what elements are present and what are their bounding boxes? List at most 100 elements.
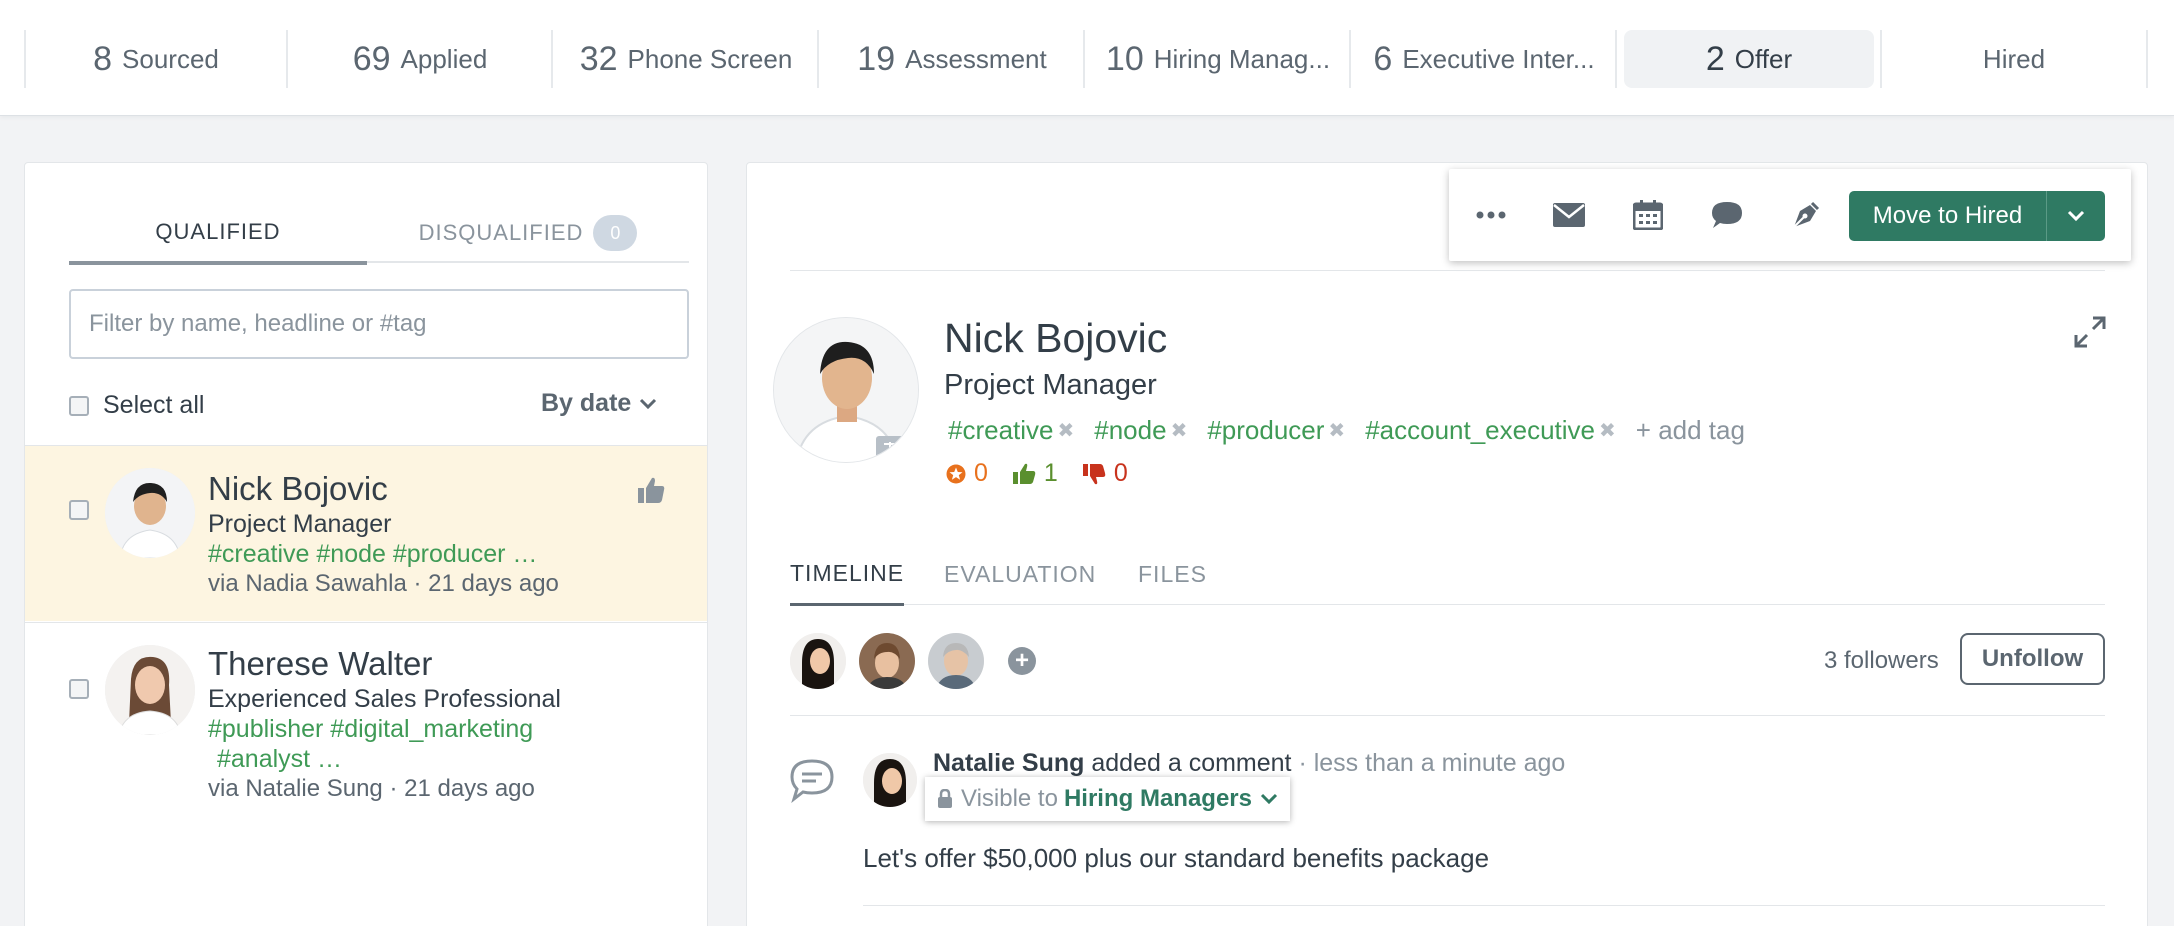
stage-count: 8 [93, 39, 113, 78]
remove-tag-icon[interactable]: ✖ [1599, 418, 1616, 443]
star-icon [946, 464, 966, 483]
profile-name: Nick Bojovic [944, 315, 1168, 361]
comment-timestamp: · less than a minute ago [1298, 749, 1566, 777]
stage-divider [817, 30, 819, 88]
thumbs-up-score[interactable]: 1 [1012, 459, 1058, 488]
profile-tags: #creative ✖ #node ✖ #producer ✖ #account_ex… [948, 415, 1745, 446]
candidate-checkbox[interactable] [69, 500, 89, 520]
candidate-tags: #creative #node #producer … [208, 540, 538, 568]
comment-header: Natalie Sung added a comment · less than… [933, 749, 1565, 778]
profile-avatar[interactable] [773, 317, 919, 463]
lock-icon [938, 789, 952, 808]
follower-avatar[interactable] [859, 633, 915, 689]
disqualified-count-badge: 0 [593, 215, 638, 251]
remove-tag-icon[interactable]: ✖ [1171, 418, 1188, 443]
comment-action: added a comment [1091, 749, 1292, 777]
move-label: Move to Hired [1849, 191, 2047, 241]
select-all-checkbox[interactable] [69, 395, 89, 416]
candidate-headline: Project Manager [208, 510, 392, 538]
signature-icon[interactable] [1786, 195, 1826, 235]
tab-files[interactable]: FILES [1138, 543, 1207, 605]
stage-count: 32 [579, 39, 618, 78]
evaluation-scores: 0 1 0 [946, 459, 1152, 488]
candidate-name[interactable]: Nick Bojovic [208, 470, 388, 508]
stage-offer[interactable]: 2 Offer [1624, 30, 1874, 88]
follower-avatar[interactable] [928, 633, 984, 689]
move-dropdown-toggle[interactable] [2047, 210, 2105, 222]
stage-divider [1083, 30, 1085, 88]
tag[interactable]: #producer [1207, 415, 1324, 446]
candidate-tags: #publisher #digital_marketing [208, 715, 534, 743]
tag[interactable]: #creative [948, 415, 1054, 446]
list-tabs: QUALIFIED DISQUALIFIED 0 [69, 203, 689, 265]
tab-timeline[interactable]: TIMELINE [790, 543, 905, 606]
tab-qualified[interactable]: QUALIFIED [69, 203, 367, 265]
visibility-group: Hiring Managers [1063, 785, 1252, 812]
candidate-row[interactable]: Nick Bojovic Project Manager #creative #… [25, 445, 707, 621]
visibility-dropdown[interactable]: Visible to Hiring Managers [925, 777, 1290, 821]
stage-executive-interview[interactable]: 6 Executive Inter... [1353, 30, 1615, 88]
stage-label: Phone Screen [627, 43, 793, 74]
remove-tag-icon[interactable]: ✖ [1058, 418, 1075, 443]
candidate-source: via Natalie Sung · 21 days ago [208, 775, 535, 802]
select-all[interactable]: Select all [69, 391, 204, 420]
more-icon[interactable] [1471, 195, 1511, 235]
thumbs-up-count: 1 [1043, 459, 1058, 487]
star-score[interactable]: 0 [946, 459, 988, 488]
stage-phone-screen[interactable]: 32 Phone Screen [555, 30, 817, 88]
calendar-icon[interactable] [1628, 195, 1668, 235]
stage-hiring-manager[interactable]: 10 Hiring Manag... [1087, 30, 1349, 88]
tab-label: FILES [1138, 560, 1207, 587]
chat-icon[interactable] [1707, 195, 1747, 235]
add-follower-icon[interactable]: + [1008, 647, 1036, 675]
thumbs-down-score[interactable]: 0 [1082, 459, 1128, 488]
avatar [105, 645, 195, 735]
stage-label: Hiring Manag... [1153, 43, 1331, 74]
stage-label: Hired [1982, 43, 2046, 74]
thumbs-up-icon [638, 477, 665, 503]
comment-icon [790, 759, 834, 803]
candidate-row[interactable]: Therese Walter Experienced Sales Profess… [25, 622, 707, 822]
pipeline-stage-bar: 8 Sourced 69 Applied 32 Phone Screen 19 … [0, 0, 2174, 116]
detail-tabs: TIMELINE EVALUATION FILES [790, 543, 2105, 606]
stage-label: Applied [400, 43, 488, 74]
follower-avatar[interactable] [790, 633, 846, 689]
tag[interactable]: #account_executive [1365, 415, 1595, 446]
comment-author-avatar[interactable] [863, 753, 917, 807]
stage-divider [1349, 30, 1351, 88]
stage-count: 10 [1105, 39, 1144, 78]
action-toolbar: Move to Hired [1449, 169, 2131, 261]
star-count: 0 [974, 459, 988, 487]
tab-label: EVALUATION [944, 560, 1097, 587]
tab-label: QUALIFIED [155, 219, 281, 244]
profile-headline: Project Manager [944, 369, 1157, 401]
stage-assessment[interactable]: 19 Assessment [821, 30, 1083, 88]
candidate-source: via Nadia Sawahla · 21 days ago [208, 570, 559, 597]
email-icon[interactable] [1549, 195, 1589, 235]
candidate-filter-input[interactable] [69, 289, 689, 359]
candidate-checkbox[interactable] [69, 679, 89, 699]
tab-evaluation[interactable]: EVALUATION [944, 543, 1096, 605]
add-tag-button[interactable]: + add tag [1636, 415, 1745, 446]
unfollow-button[interactable]: Unfollow [1960, 633, 2105, 685]
chevron-down-icon [2067, 210, 2085, 222]
tag[interactable]: #node [1094, 415, 1166, 446]
thumbs-up-icon [1012, 463, 1036, 484]
stage-sourced[interactable]: 8 Sourced [28, 30, 284, 88]
tab-disqualified[interactable]: DISQUALIFIED 0 [367, 203, 689, 263]
select-all-label: Select all [103, 391, 205, 419]
sort-dropdown[interactable]: By date [541, 389, 657, 418]
stage-applied[interactable]: 69 Applied [290, 30, 550, 88]
move-to-hired-button[interactable]: Move to Hired [1849, 191, 2105, 241]
remove-tag-icon[interactable]: ✖ [1328, 418, 1345, 443]
avatar [105, 468, 195, 558]
expand-icon[interactable] [2073, 315, 2107, 349]
comment-author[interactable]: Natalie Sung [933, 749, 1084, 777]
stage-hired[interactable]: Hired [1884, 30, 2144, 88]
candidate-name[interactable]: Therese Walter [208, 645, 432, 683]
followers-bar: + 3 followers Unfollow [790, 633, 2105, 713]
stage-divider [1880, 30, 1882, 88]
chevron-down-icon [1260, 793, 1278, 805]
stage-divider [286, 30, 288, 88]
tab-label: DISQUALIFIED [418, 220, 584, 245]
